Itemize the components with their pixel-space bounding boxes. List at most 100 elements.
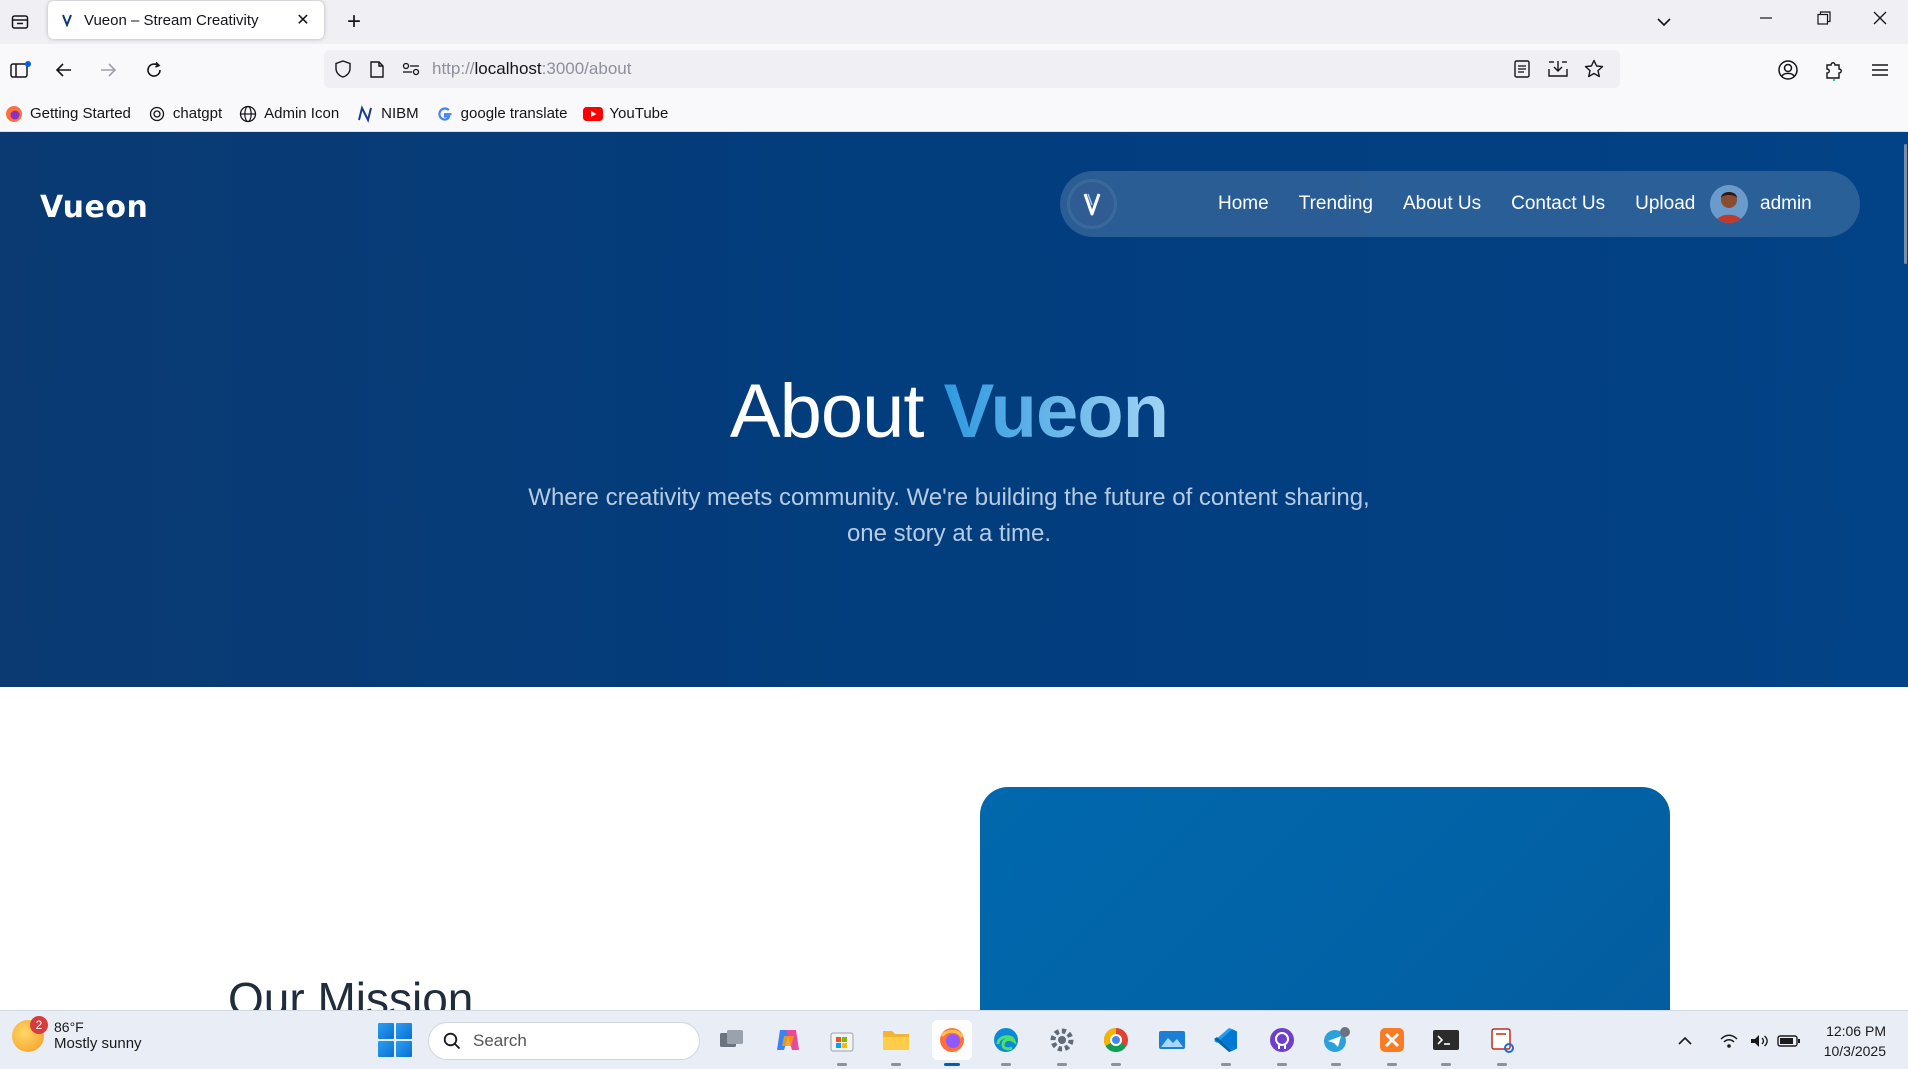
vueon-logo-icon[interactable] [1070,182,1114,226]
task-view-icon[interactable] [712,1020,752,1060]
chevron-up-icon[interactable] [1670,1029,1700,1053]
bookmark-chatgpt[interactable]: chatgpt [147,100,230,128]
sun-icon: 2 [12,1015,48,1052]
forward-arrow-icon [101,63,117,77]
tab-title: Vueon – Stream Creativity [84,11,259,29]
active-tab[interactable]: Vueon – Stream Creativity ✕ [48,1,324,39]
snipping-tool-icon[interactable] [1482,1020,1522,1066]
save-to-pocket-icon[interactable] [1540,50,1576,88]
taskbar-clock[interactable]: 12:06 PM 10/3/2025 [1800,1021,1886,1061]
tracking-protection-shield-icon[interactable] [326,50,360,88]
close-window-button[interactable] [1852,0,1908,36]
reader-view-icon[interactable] [1504,50,1540,88]
close-tab-icon[interactable]: ✕ [292,9,314,31]
bookmark-google-translate[interactable]: google translate [435,100,576,128]
vs-code-icon[interactable] [1206,1020,1246,1066]
running-indicator [1111,1063,1121,1066]
edge-icon[interactable] [986,1020,1026,1066]
extensions-button[interactable] [1818,54,1850,86]
weather-description: Mostly sunny [54,1035,142,1052]
github-desktop-icon[interactable] [1262,1020,1302,1066]
nibm-icon [355,104,375,124]
running-indicator [1387,1063,1397,1066]
running-indicator [891,1063,901,1066]
mission-heading: Our Mission [228,973,474,1010]
photos-icon[interactable] [1152,1020,1192,1060]
nav-link-upload[interactable]: Upload [1635,193,1695,215]
tab-list-icon [11,15,29,29]
page-scrollbar[interactable] [1904,144,1907,264]
microsoft-store-icon[interactable] [822,1020,862,1066]
avatar [1710,185,1748,223]
url-bar[interactable]: http://localhost:3000/about [324,50,1620,88]
bookmark-label: Admin Icon [264,105,340,122]
start-button[interactable] [378,1023,412,1057]
subtitle-line-1: Where creativity meets community. We're … [528,484,1370,511]
firefox-taskbar-icon[interactable] [932,1020,972,1066]
chatgpt-icon [147,104,167,124]
tab-overflow-chevron-icon[interactable] [1648,6,1680,38]
bookmark-star-icon[interactable] [1576,50,1612,88]
page-title: About Vueon [0,368,1898,455]
bookmark-label: Getting Started [30,105,131,122]
minimize-icon [1760,17,1772,19]
url-text: http://localhost:3000/about [432,59,632,78]
back-arrow-icon [55,63,71,77]
browser-tab-bar: Vueon – Stream Creativity ✕ + [0,0,1908,44]
mission-image-card [980,787,1670,1010]
user-menu[interactable]: admin [1710,185,1812,223]
nav-link-about-us[interactable]: About Us [1403,193,1481,215]
bookmark-admin-icon[interactable]: Admin Icon [238,100,347,128]
wifi-icon[interactable] [1714,1029,1744,1053]
nav-link-trending[interactable]: Trending [1299,193,1373,215]
permissions-icon[interactable] [394,50,428,88]
xampp-icon[interactable] [1372,1020,1412,1066]
sidebar-icon [10,61,31,78]
google-icon [435,104,455,124]
bookmark-getting-started[interactable]: Getting Started [4,100,139,128]
forward-button[interactable] [92,54,124,86]
vueon-favicon-icon [58,11,76,29]
clock-time: 12:06 PM [1826,1023,1886,1039]
new-tab-button[interactable]: + [338,6,370,38]
reload-button[interactable] [138,54,170,86]
telegram-icon[interactable] [1316,1020,1356,1066]
sidebar-toggle-button[interactable] [4,54,36,86]
puzzle-extensions-icon [1826,62,1842,81]
page-info-icon[interactable] [360,50,394,88]
minimize-window-button[interactable] [1738,0,1794,36]
site-logo[interactable]: Vueon [40,190,148,225]
youtube-icon [583,104,604,124]
file-explorer-icon[interactable] [876,1020,916,1066]
bookmark-nibm[interactable]: NIBM [355,100,427,128]
globe-icon [238,104,258,124]
taskbar-search[interactable]: Search [428,1022,700,1060]
terminal-icon[interactable] [1426,1020,1466,1066]
running-indicator [1331,1063,1341,1066]
volume-icon[interactable] [1744,1029,1774,1053]
settings-gear-icon[interactable] [1042,1020,1082,1066]
account-button[interactable] [1772,54,1804,86]
bookmark-label: chatgpt [172,105,223,122]
hamburger-menu-icon [1872,64,1888,76]
tab-list-button[interactable] [4,6,36,38]
running-indicator [1277,1063,1287,1066]
back-button[interactable] [48,54,80,86]
nav-link-contact-us[interactable]: Contact Us [1511,193,1605,215]
subtitle-line-2: one story at a time. [846,520,1052,547]
nav-link-home[interactable]: Home [1218,193,1269,215]
chrome-icon[interactable] [1096,1020,1136,1066]
restore-window-button[interactable] [1796,0,1852,36]
search-placeholder: Search [473,1031,527,1050]
web-page-viewport: Vueon Home Trending About Us Contact Us … [0,132,1908,1010]
running-indicator [837,1063,847,1066]
running-indicator [1001,1063,1011,1066]
running-indicator [1221,1063,1231,1066]
user-name: admin [1760,193,1812,214]
copilot-icon[interactable] [768,1020,808,1060]
running-indicator [944,1063,960,1066]
bookmark-label: google translate [460,105,568,122]
app-menu-button[interactable] [1864,54,1896,86]
weather-widget[interactable]: 2 86°F Mostly sunny [12,1015,142,1052]
bookmark-youtube[interactable]: YouTube [583,100,676,128]
